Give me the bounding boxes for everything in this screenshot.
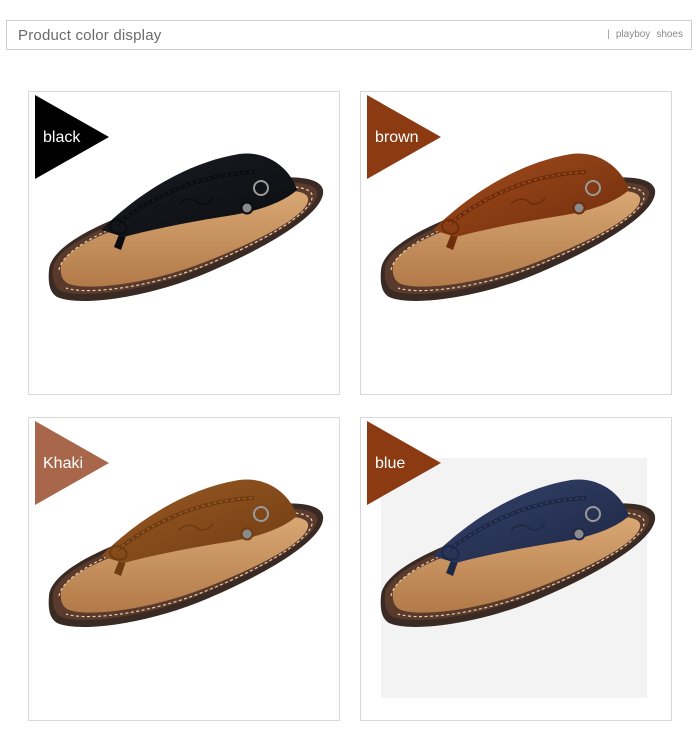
color-tag-blue: blue xyxy=(367,421,441,505)
color-tag-black: black xyxy=(35,95,109,179)
color-label-black: black xyxy=(43,129,81,146)
brand-label: | playboy shoes xyxy=(607,29,683,40)
brand-word-shoes: shoes xyxy=(656,29,683,40)
product-card-khaki[interactable]: Khaki xyxy=(28,417,340,721)
color-tag-brown: brown xyxy=(367,95,441,179)
product-card-brown[interactable]: brown xyxy=(360,91,672,395)
brand-divider: | xyxy=(607,29,610,40)
section-title: Product color display xyxy=(18,27,162,44)
color-label-khaki: Khaki xyxy=(43,455,84,472)
product-card-black[interactable]: black xyxy=(28,91,340,395)
color-tag-khaki: Khaki xyxy=(35,421,109,505)
brand-word-playboy: playboy xyxy=(615,29,651,40)
section-header: Product color display | playboy shoes xyxy=(6,20,692,50)
color-label-blue: blue xyxy=(375,455,406,472)
product-card-blue[interactable]: blue xyxy=(360,417,672,721)
color-label-brown: brown xyxy=(375,129,419,146)
